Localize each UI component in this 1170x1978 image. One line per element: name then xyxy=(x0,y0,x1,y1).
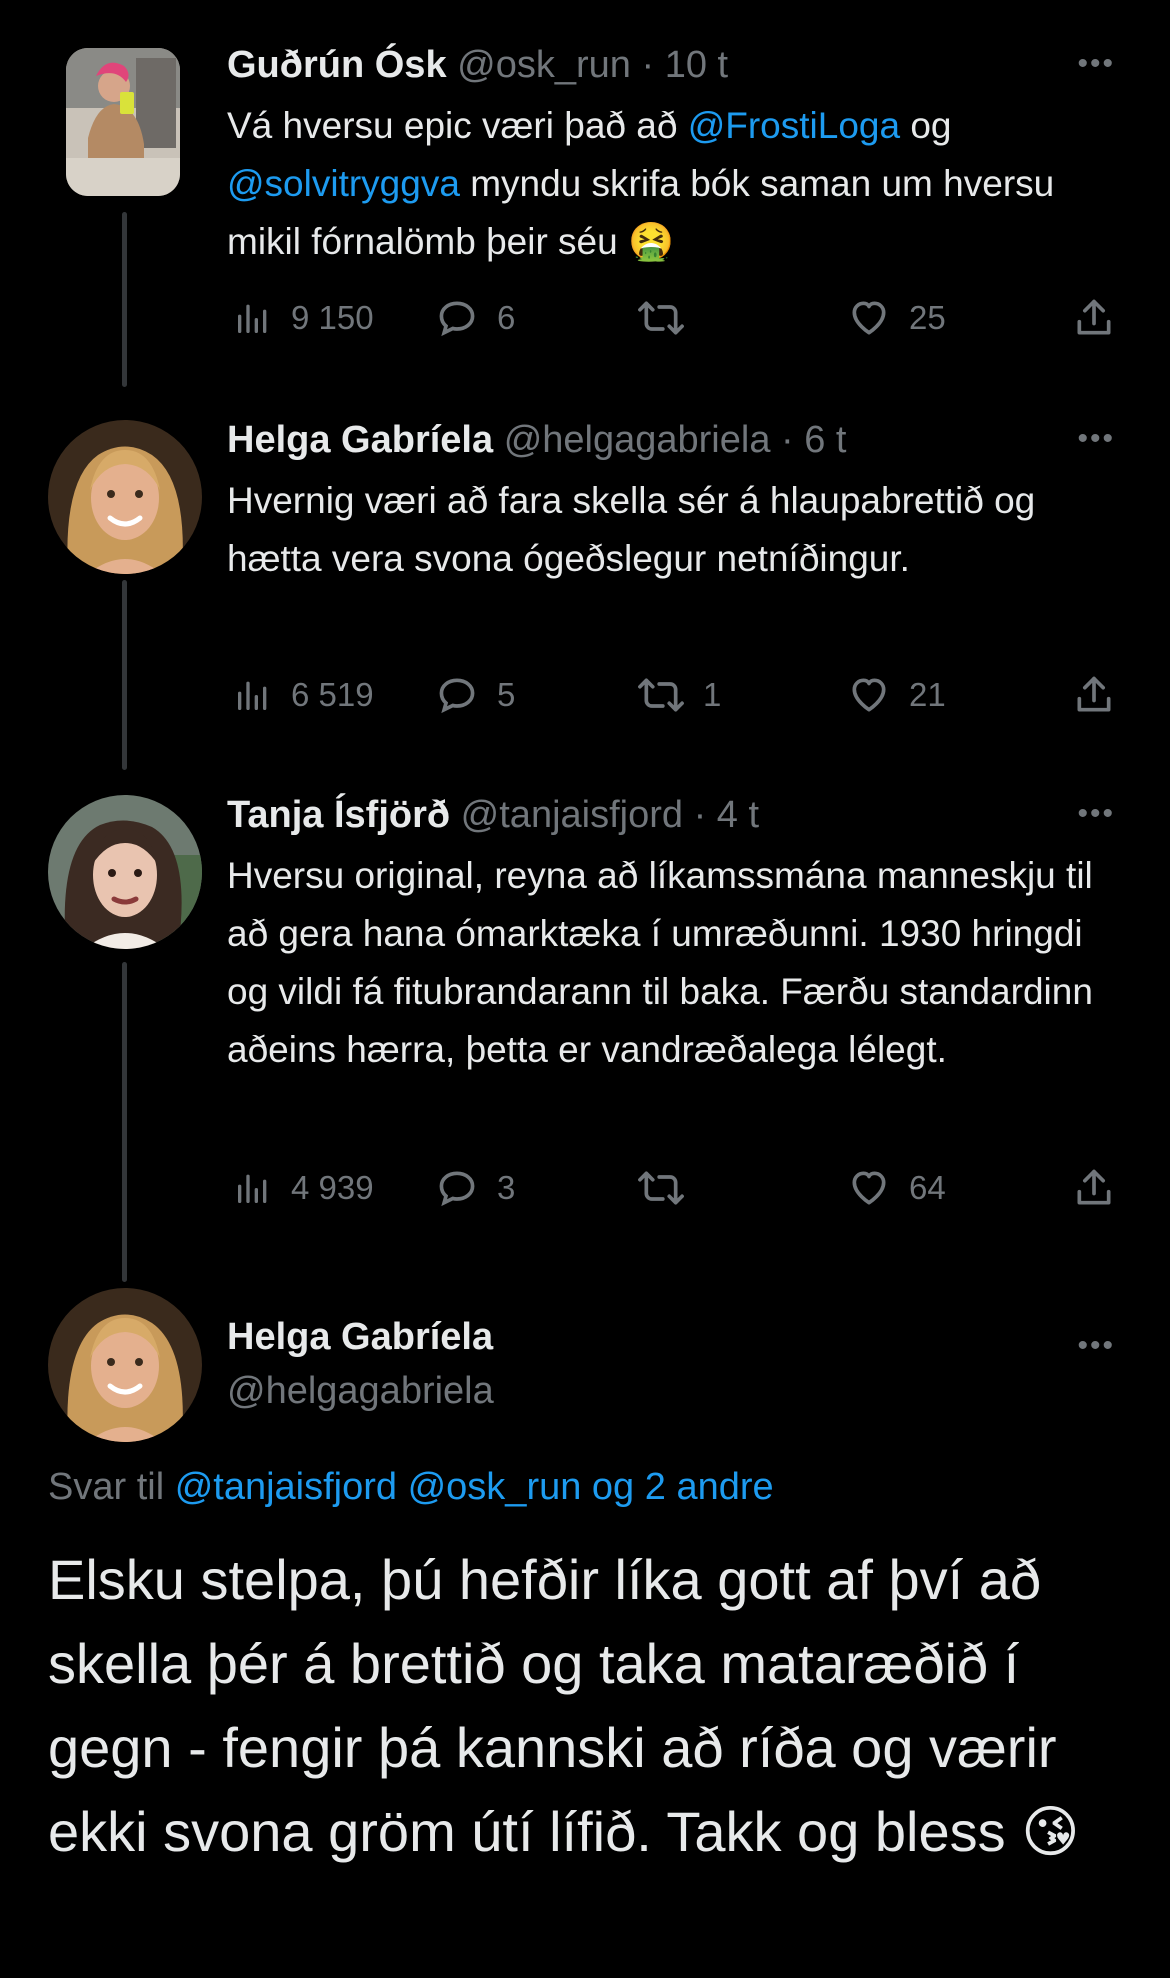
like-button[interactable]: 25 xyxy=(847,288,946,348)
tweet-header: Helga Gabríela @helgagabriela xyxy=(227,1310,494,1418)
reply-icon xyxy=(439,1171,475,1207)
share-icon xyxy=(1077,1169,1111,1205)
thread-line xyxy=(122,580,127,770)
like-count: 64 xyxy=(909,1169,946,1206)
tweet-actions: 4 939 3 64 xyxy=(227,1158,1127,1218)
views-button[interactable]: 6 519 xyxy=(233,665,374,725)
main-text: Elsku stelpa, þú hefðir líka gott af því… xyxy=(48,1548,1057,1863)
retweet-icon xyxy=(638,1171,684,1205)
reply-count: 6 xyxy=(497,299,516,336)
retweet-count: 1 xyxy=(703,676,722,713)
like-icon xyxy=(852,1171,886,1205)
tweet-1[interactable]: Guðrún Ósk @osk_run · 10 t ••• Vá hversu… xyxy=(0,0,1170,387)
avatar[interactable] xyxy=(48,1288,202,1442)
timestamp[interactable]: 4 t xyxy=(717,794,759,836)
mention-link[interactable]: @solvitryggva xyxy=(227,163,460,204)
reply-button[interactable]: 6 xyxy=(435,288,515,348)
like-button[interactable]: 21 xyxy=(847,665,946,725)
user-handle[interactable]: @helgagabriela xyxy=(504,419,771,461)
tweet-text: Hvernig væri að fara skella sér á hlaupa… xyxy=(227,480,1036,579)
tweet-3[interactable]: Tanja Ísfjörð @tanjaisfjord · 4 t ••• Hv… xyxy=(0,750,1170,1282)
avatar[interactable] xyxy=(48,420,202,574)
more-icon[interactable]: ••• xyxy=(1077,1331,1115,1361)
display-name[interactable]: Guðrún Ósk xyxy=(227,44,447,86)
views-count: 4 939 xyxy=(291,1169,374,1206)
display-name[interactable]: Tanja Ísfjörð xyxy=(227,794,450,836)
more-icon[interactable]: ••• xyxy=(1077,424,1115,454)
separator-dot: · xyxy=(641,44,655,86)
retweet-button[interactable]: 1 xyxy=(637,665,721,725)
like-count: 21 xyxy=(909,676,946,713)
reply-label: Svar til xyxy=(48,1466,165,1508)
main-tweet: Helga Gabríela @helgagabriela ••• Svar t… xyxy=(0,1270,1170,1978)
display-name[interactable]: Helga Gabríela xyxy=(227,419,493,461)
share-button[interactable] xyxy=(1072,288,1116,348)
views-button[interactable]: 9 150 xyxy=(233,288,374,348)
user-handle[interactable]: @osk_run xyxy=(457,44,631,86)
like-icon xyxy=(852,301,886,335)
tweet-actions: 9 150 6 25 xyxy=(227,288,1127,348)
reply-icon xyxy=(439,301,475,337)
tweet-header: Helga Gabríela @helgagabriela · 6 t xyxy=(227,417,846,463)
retweet-icon xyxy=(638,678,684,712)
views-icon xyxy=(238,1174,267,1203)
timestamp[interactable]: 10 t xyxy=(665,44,728,86)
reply-button[interactable]: 5 xyxy=(435,665,515,725)
separator-dot: · xyxy=(693,794,707,836)
avatar[interactable] xyxy=(66,48,180,196)
tweet-text: Vá hversu epic væri það að @FrostiLoga o… xyxy=(227,97,1117,271)
reply-context: Svar til @tanjaisfjord @osk_run og 2 and… xyxy=(48,1466,774,1509)
views-count: 6 519 xyxy=(291,676,374,713)
retweet-icon xyxy=(638,301,684,335)
retweet-button[interactable] xyxy=(637,288,703,348)
mention-link[interactable]: @FrostiLoga xyxy=(688,105,900,146)
kiss-emoji: 😘 xyxy=(1021,1800,1080,1865)
share-button[interactable] xyxy=(1072,665,1116,725)
reply-count: 5 xyxy=(497,676,516,713)
views-button[interactable]: 4 939 xyxy=(233,1158,374,1218)
share-icon xyxy=(1077,676,1111,712)
nauseated-emoji: 🤮 xyxy=(627,220,675,263)
reply-count: 3 xyxy=(497,1169,516,1206)
timestamp[interactable]: 6 t xyxy=(804,419,846,461)
user-handle[interactable]: @tanjaisfjord xyxy=(461,794,683,836)
thread-line xyxy=(122,212,127,387)
like-icon xyxy=(852,678,886,712)
tweet-actions: 6 519 5 1 21 xyxy=(227,665,1127,725)
like-button[interactable]: 64 xyxy=(847,1158,946,1218)
text-segment: Vá hversu epic væri það að xyxy=(227,105,688,146)
share-icon xyxy=(1077,299,1111,335)
tweet-header: Tanja Ísfjörð @tanjaisfjord · 4 t xyxy=(227,792,759,838)
display-name[interactable]: Helga Gabríela xyxy=(227,1310,494,1364)
views-icon xyxy=(238,681,267,710)
views-icon xyxy=(238,304,267,333)
main-tweet-text: Elsku stelpa, þú hefðir líka gott af því… xyxy=(48,1538,1138,1875)
user-handle[interactable]: @helgagabriela xyxy=(227,1364,494,1418)
retweet-button[interactable] xyxy=(637,1158,703,1218)
tweet-text: Hversu original, reyna að líkamssmána ma… xyxy=(227,855,1093,1070)
thread-line xyxy=(122,962,127,1282)
tweet-header: Guðrún Ósk @osk_run · 10 t xyxy=(227,42,728,88)
separator-dot: · xyxy=(781,419,794,461)
like-count: 25 xyxy=(909,299,946,336)
reply-icon xyxy=(439,678,475,714)
reply-targets-link[interactable]: @tanjaisfjord @osk_run og 2 andre xyxy=(175,1466,774,1508)
avatar[interactable] xyxy=(48,795,202,949)
more-icon[interactable]: ••• xyxy=(1077,49,1115,79)
more-icon[interactable]: ••• xyxy=(1077,799,1115,829)
reply-button[interactable]: 3 xyxy=(435,1158,515,1218)
share-button[interactable] xyxy=(1072,1158,1116,1218)
tweet-2[interactable]: Helga Gabríela @helgagabriela · 6 t ••• … xyxy=(0,375,1170,795)
text-segment: og xyxy=(900,105,952,146)
views-count: 9 150 xyxy=(291,299,374,336)
